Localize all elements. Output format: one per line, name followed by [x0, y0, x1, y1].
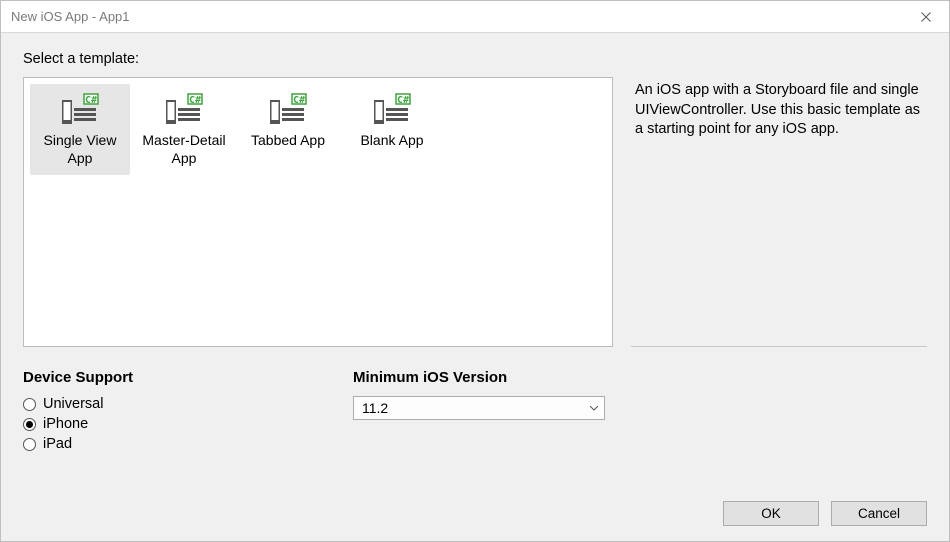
radio-label: iPad	[43, 436, 72, 452]
template-single-view-app[interactable]: C# Single View App	[30, 84, 130, 175]
device-support-group: Device Support Universal iPhone iPad	[23, 369, 323, 452]
device-support-heading: Device Support	[23, 369, 323, 386]
template-label: Tabbed App	[240, 132, 336, 150]
device-support-options: Universal iPhone iPad	[23, 396, 323, 452]
min-ios-version-combobox[interactable]: 11.2	[353, 396, 605, 420]
min-ios-version-heading: Minimum iOS Version	[353, 369, 633, 386]
template-label: Master-Detail App	[136, 132, 232, 167]
chevron-down-icon	[590, 403, 598, 414]
upper-row: C# Single View App	[23, 77, 927, 347]
close-icon	[921, 12, 931, 22]
template-tabbed-app[interactable]: C# Tabbed App	[238, 84, 338, 175]
template-list: C# Single View App	[23, 77, 613, 347]
titlebar: New iOS App - App1	[1, 1, 949, 33]
prompt-label: Select a template:	[23, 51, 927, 67]
template-blank-app[interactable]: C# Blank App	[342, 84, 442, 175]
min-ios-version-group: Minimum iOS Version 11.2	[353, 369, 633, 452]
template-list-inner: C# Single View App	[30, 84, 442, 175]
button-label: Cancel	[858, 506, 900, 521]
radio-ipad[interactable]: iPad	[23, 436, 323, 452]
combobox-value: 11.2	[362, 400, 388, 416]
lower-row: Device Support Universal iPhone iPad	[23, 369, 927, 452]
svg-text:C#: C#	[397, 95, 409, 106]
csharp-template-icon: C#	[136, 92, 232, 128]
svg-text:C#: C#	[293, 95, 305, 106]
template-description-area: An iOS app with a Storyboard file and si…	[631, 77, 927, 347]
radio-iphone[interactable]: iPhone	[23, 416, 323, 432]
radio-label: Universal	[43, 396, 103, 412]
radio-universal[interactable]: Universal	[23, 396, 323, 412]
dialog-footer: OK Cancel	[1, 485, 949, 541]
svg-text:C#: C#	[189, 95, 201, 106]
csharp-template-icon: C#	[344, 92, 440, 128]
csharp-template-icon: C#	[240, 92, 336, 128]
svg-text:C#: C#	[85, 95, 97, 106]
radio-icon	[23, 398, 36, 411]
close-button[interactable]	[903, 1, 949, 32]
ok-button[interactable]: OK	[723, 501, 819, 526]
window-title: New iOS App - App1	[11, 9, 130, 24]
radio-label: iPhone	[43, 416, 88, 432]
template-description: An iOS app with a Storyboard file and si…	[635, 81, 923, 140]
radio-icon	[23, 418, 36, 431]
template-master-detail-app[interactable]: C# Master-Detail App	[134, 84, 234, 175]
new-ios-app-dialog: New iOS App - App1 Select a template: C#	[0, 0, 950, 542]
button-label: OK	[761, 506, 781, 521]
template-label: Single View App	[32, 132, 128, 167]
cancel-button[interactable]: Cancel	[831, 501, 927, 526]
dialog-content: Select a template: C#	[1, 33, 949, 485]
csharp-template-icon: C#	[32, 92, 128, 128]
radio-icon	[23, 438, 36, 451]
template-label: Blank App	[344, 132, 440, 150]
description-separator	[631, 346, 927, 347]
